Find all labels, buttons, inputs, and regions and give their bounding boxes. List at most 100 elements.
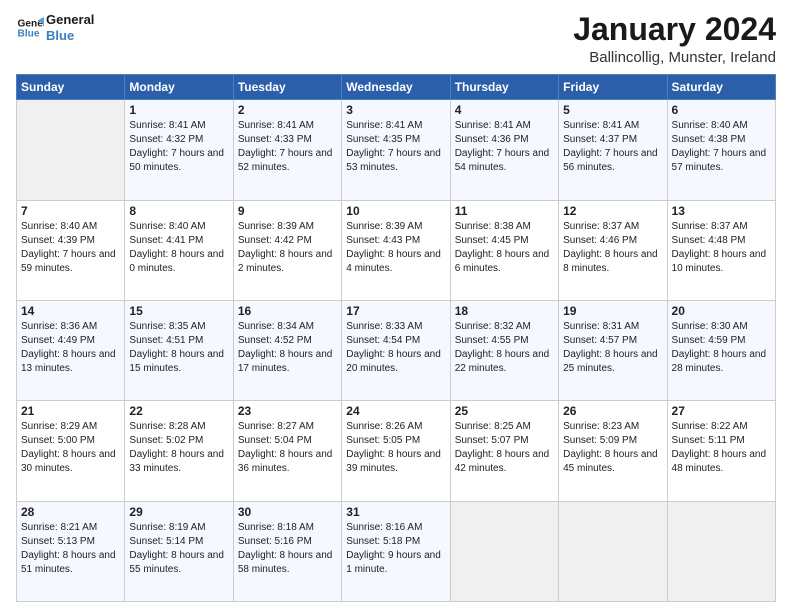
day-number: 28	[21, 505, 120, 519]
cell-content: Sunrise: 8:35 AMSunset: 4:51 PMDaylight:…	[129, 320, 228, 376]
cell-content: Sunrise: 8:41 AMSunset: 4:33 PMDaylight:…	[238, 119, 337, 175]
day-number: 3	[346, 103, 445, 117]
day-number: 7	[21, 204, 120, 218]
day-cell: 23 Sunrise: 8:27 AMSunset: 5:04 PMDayligh…	[233, 401, 341, 501]
day-cell: 25 Sunrise: 8:25 AMSunset: 5:07 PMDayligh…	[450, 401, 558, 501]
day-number: 19	[563, 304, 662, 318]
cell-content: Sunrise: 8:23 AMSunset: 5:09 PMDaylight:…	[563, 420, 662, 476]
day-number: 13	[672, 204, 771, 218]
day-cell: 3Sunrise: 8:41 AMSunset: 4:35 PMDaylight…	[342, 100, 450, 200]
day-cell: 27 Sunrise: 8:22 AMSunset: 5:11 PMDayligh…	[667, 401, 775, 501]
day-number: 26	[563, 404, 662, 418]
col-tuesday: Tuesday	[233, 75, 341, 100]
day-number: 6	[672, 103, 771, 117]
day-number: 21	[21, 404, 120, 418]
col-saturday: Saturday	[667, 75, 775, 100]
day-cell: 20Sunrise: 8:30 AMSunset: 4:59 PMDayligh…	[667, 300, 775, 400]
day-cell: 7 Sunrise: 8:40 AMSunset: 4:39 PMDaylight…	[17, 200, 125, 300]
day-number: 2	[238, 103, 337, 117]
cell-content: Sunrise: 8:26 AMSunset: 5:05 PMDaylight:…	[346, 420, 445, 476]
week-row-3: 14Sunrise: 8:36 AMSunset: 4:49 PMDayligh…	[17, 300, 776, 400]
day-number: 23	[238, 404, 337, 418]
header-row: Sunday Monday Tuesday Wednesday Thursday…	[17, 75, 776, 100]
day-number: 12	[563, 204, 662, 218]
day-number: 25	[455, 404, 554, 418]
day-cell: 31 Sunrise: 8:16 AMSunset: 5:18 PMDayligh…	[342, 501, 450, 601]
day-cell	[450, 501, 558, 601]
day-cell: 29Sunrise: 8:19 AMSunset: 5:14 PMDayligh…	[125, 501, 233, 601]
day-cell: 15 Sunrise: 8:35 AMSunset: 4:51 PMDayligh…	[125, 300, 233, 400]
day-cell: 16 Sunrise: 8:34 AMSunset: 4:52 PMDayligh…	[233, 300, 341, 400]
day-number: 5	[563, 103, 662, 117]
cell-content: Sunrise: 8:37 AMSunset: 4:48 PMDaylight:…	[672, 220, 771, 276]
day-number: 16	[238, 304, 337, 318]
day-number: 11	[455, 204, 554, 218]
cell-content: Sunrise: 8:21 AMSunset: 5:13 PMDaylight:…	[21, 521, 120, 577]
cell-content: Sunrise: 8:18 AMSunset: 5:16 PMDaylight:…	[238, 521, 337, 577]
cell-content: Sunrise: 8:32 AMSunset: 4:55 PMDaylight:…	[455, 320, 554, 376]
day-number: 24	[346, 404, 445, 418]
day-cell	[667, 501, 775, 601]
day-cell: 30 Sunrise: 8:18 AMSunset: 5:16 PMDayligh…	[233, 501, 341, 601]
cell-content: Sunrise: 8:27 AMSunset: 5:04 PMDaylight:…	[238, 420, 337, 476]
day-cell: 1Sunrise: 8:41 AMSunset: 4:32 PMDaylight…	[125, 100, 233, 200]
week-row-5: 28 Sunrise: 8:21 AMSunset: 5:13 PMDayligh…	[17, 501, 776, 601]
location: Ballincollig, Munster, Ireland	[573, 49, 776, 66]
day-number: 10	[346, 204, 445, 218]
day-cell: 10Sunrise: 8:39 AMSunset: 4:43 PMDayligh…	[342, 200, 450, 300]
cell-content: Sunrise: 8:40 AMSunset: 4:41 PMDaylight:…	[129, 220, 228, 276]
cell-content: Sunrise: 8:31 AMSunset: 4:57 PMDaylight:…	[563, 320, 662, 376]
day-number: 30	[238, 505, 337, 519]
day-number: 31	[346, 505, 445, 519]
logo-blue: Blue	[46, 28, 94, 44]
day-number: 18	[455, 304, 554, 318]
col-monday: Monday	[125, 75, 233, 100]
col-friday: Friday	[559, 75, 667, 100]
cell-content: Sunrise: 8:30 AMSunset: 4:59 PMDaylight:…	[672, 320, 771, 376]
day-cell: 2 Sunrise: 8:41 AMSunset: 4:33 PMDaylight…	[233, 100, 341, 200]
cell-content: Sunrise: 8:22 AMSunset: 5:11 PMDaylight:…	[672, 420, 771, 476]
day-cell: 18 Sunrise: 8:32 AMSunset: 4:55 PMDayligh…	[450, 300, 558, 400]
day-cell: 17 Sunrise: 8:33 AMSunset: 4:54 PMDayligh…	[342, 300, 450, 400]
day-cell: 13 Sunrise: 8:37 AMSunset: 4:48 PMDayligh…	[667, 200, 775, 300]
col-sunday: Sunday	[17, 75, 125, 100]
cell-content: Sunrise: 8:38 AMSunset: 4:45 PMDaylight:…	[455, 220, 554, 276]
cell-content: Sunrise: 8:40 AMSunset: 4:39 PMDaylight:…	[21, 220, 120, 276]
cell-content: Sunrise: 8:33 AMSunset: 4:54 PMDaylight:…	[346, 320, 445, 376]
day-cell: 4Sunrise: 8:41 AMSunset: 4:36 PMDaylight…	[450, 100, 558, 200]
week-row-4: 21Sunrise: 8:29 AMSunset: 5:00 PMDayligh…	[17, 401, 776, 501]
day-cell: 22Sunrise: 8:28 AMSunset: 5:02 PMDayligh…	[125, 401, 233, 501]
day-cell: 8Sunrise: 8:40 AMSunset: 4:41 PMDaylight…	[125, 200, 233, 300]
day-cell: 28 Sunrise: 8:21 AMSunset: 5:13 PMDayligh…	[17, 501, 125, 601]
cell-content: Sunrise: 8:25 AMSunset: 5:07 PMDaylight:…	[455, 420, 554, 476]
day-cell	[559, 501, 667, 601]
day-number: 9	[238, 204, 337, 218]
cell-content: Sunrise: 8:16 AMSunset: 5:18 PMDaylight:…	[346, 521, 445, 577]
day-cell: 5 Sunrise: 8:41 AMSunset: 4:37 PMDaylight…	[559, 100, 667, 200]
cell-content: Sunrise: 8:41 AMSunset: 4:37 PMDaylight:…	[563, 119, 662, 175]
cell-content: Sunrise: 8:41 AMSunset: 4:36 PMDaylight:…	[455, 119, 554, 175]
cell-content: Sunrise: 8:34 AMSunset: 4:52 PMDaylight:…	[238, 320, 337, 376]
day-cell: 11 Sunrise: 8:38 AMSunset: 4:45 PMDayligh…	[450, 200, 558, 300]
day-cell	[17, 100, 125, 200]
calendar-table: Sunday Monday Tuesday Wednesday Thursday…	[16, 74, 776, 602]
day-cell: 14Sunrise: 8:36 AMSunset: 4:49 PMDayligh…	[17, 300, 125, 400]
day-cell: 24 Sunrise: 8:26 AMSunset: 5:05 PMDayligh…	[342, 401, 450, 501]
day-number: 15	[129, 304, 228, 318]
week-row-2: 7 Sunrise: 8:40 AMSunset: 4:39 PMDaylight…	[17, 200, 776, 300]
cell-content: Sunrise: 8:37 AMSunset: 4:46 PMDaylight:…	[563, 220, 662, 276]
header: General Blue General Blue January 2024 B…	[16, 12, 776, 66]
day-number: 17	[346, 304, 445, 318]
day-cell: 21Sunrise: 8:29 AMSunset: 5:00 PMDayligh…	[17, 401, 125, 501]
cell-content: Sunrise: 8:39 AMSunset: 4:42 PMDaylight:…	[238, 220, 337, 276]
week-row-1: 1Sunrise: 8:41 AMSunset: 4:32 PMDaylight…	[17, 100, 776, 200]
day-number: 27	[672, 404, 771, 418]
col-thursday: Thursday	[450, 75, 558, 100]
day-cell: 6 Sunrise: 8:40 AMSunset: 4:38 PMDaylight…	[667, 100, 775, 200]
cell-content: Sunrise: 8:41 AMSunset: 4:32 PMDaylight:…	[129, 119, 228, 175]
day-cell: 26 Sunrise: 8:23 AMSunset: 5:09 PMDayligh…	[559, 401, 667, 501]
logo-general: General	[46, 12, 94, 28]
cell-content: Sunrise: 8:36 AMSunset: 4:49 PMDaylight:…	[21, 320, 120, 376]
title-block: January 2024 Ballincollig, Munster, Irel…	[573, 12, 776, 66]
cell-content: Sunrise: 8:40 AMSunset: 4:38 PMDaylight:…	[672, 119, 771, 175]
